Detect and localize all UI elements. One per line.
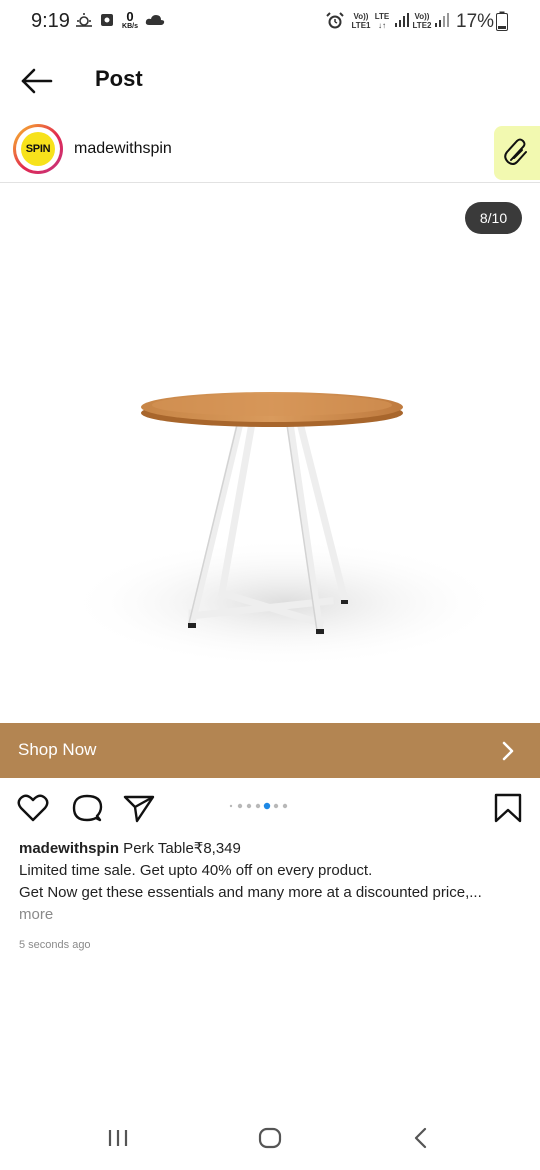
post-username[interactable]: madewithspin	[74, 140, 172, 158]
status-bar: 9:19 0 KB/s Vo)) LTE1 LTE ↓↑ Vo)) LTE2 1…	[0, 0, 540, 44]
page-title: Post	[95, 66, 143, 91]
recents-icon[interactable]	[106, 1125, 130, 1151]
carousel-dots	[229, 802, 288, 810]
caption-title: Perk Table₹8,349	[119, 840, 241, 857]
sim1-volte: Vo)) LTE1	[351, 12, 371, 30]
chevron-right-icon	[502, 741, 514, 761]
sim1-type: LTE ↓↑	[374, 12, 390, 30]
sim2-volte: Vo)) LTE2	[412, 12, 432, 30]
back-nav-icon[interactable]	[409, 1125, 433, 1151]
shop-now-bar[interactable]: Shop Now	[0, 723, 540, 778]
carousel-dot-active	[263, 802, 271, 810]
post-image[interactable]	[0, 183, 540, 723]
caption-line: Limited time sale. Get upto 40% off on e…	[19, 862, 373, 879]
clipboard-button[interactable]	[494, 126, 540, 180]
carousel-dot	[273, 803, 279, 809]
status-time: 9:19	[31, 10, 70, 32]
avatar[interactable]: SPIN	[13, 124, 63, 174]
screen-record-icon	[101, 14, 113, 26]
signal-sim1-icon	[395, 13, 409, 27]
alarm-icon	[326, 12, 344, 29]
share-icon[interactable]	[123, 793, 155, 823]
bookmark-icon[interactable]	[492, 793, 524, 823]
signal-sim2-icon	[435, 13, 449, 27]
carousel-dot	[237, 803, 243, 809]
data-rate: 0 KB/s	[122, 9, 138, 30]
paperclip-icon	[504, 138, 527, 165]
heart-icon[interactable]	[17, 793, 49, 823]
shop-now-label: Shop Now	[18, 740, 97, 759]
post-caption: madewithspin Perk Table₹8,349 Limited ti…	[19, 838, 524, 926]
carousel-dot	[246, 803, 252, 809]
battery-icon	[496, 11, 508, 31]
comment-icon[interactable]	[71, 793, 103, 823]
more-link[interactable]: more	[19, 904, 524, 926]
battery-percent: 17%	[456, 11, 495, 32]
weather-icon	[76, 13, 92, 27]
table-image	[65, 392, 505, 668]
caption-username[interactable]: madewithspin	[19, 840, 119, 857]
carousel-dot	[255, 803, 261, 809]
carousel-dot	[229, 804, 233, 808]
caption-line: Get Now get these essentials and many mo…	[19, 884, 482, 901]
post-timestamp: 5 seconds ago	[19, 939, 91, 951]
image-counter: 8/10	[465, 202, 522, 234]
back-arrow-icon[interactable]	[20, 66, 54, 96]
cloud-icon	[145, 15, 165, 25]
avatar-logo: SPIN	[21, 132, 55, 166]
home-icon[interactable]	[257, 1125, 283, 1151]
carousel-dot	[282, 803, 288, 809]
